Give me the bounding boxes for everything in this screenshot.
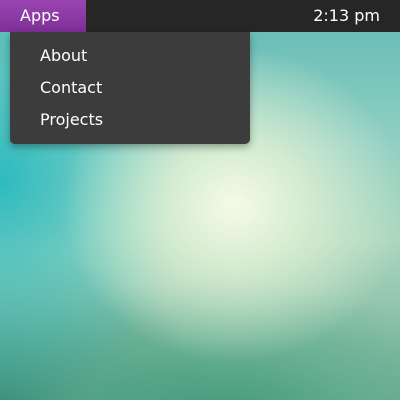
menu-item-about[interactable]: About — [10, 40, 250, 72]
menu-item-projects[interactable]: Projects — [10, 104, 250, 136]
menu-item-contact[interactable]: Contact — [10, 72, 250, 104]
apps-dropdown-menu: About Contact Projects — [10, 32, 250, 144]
apps-menu-button[interactable]: Apps — [0, 0, 86, 32]
top-panel: Apps 2:13 pm — [0, 0, 400, 32]
clock[interactable]: 2:13 pm — [313, 0, 380, 32]
